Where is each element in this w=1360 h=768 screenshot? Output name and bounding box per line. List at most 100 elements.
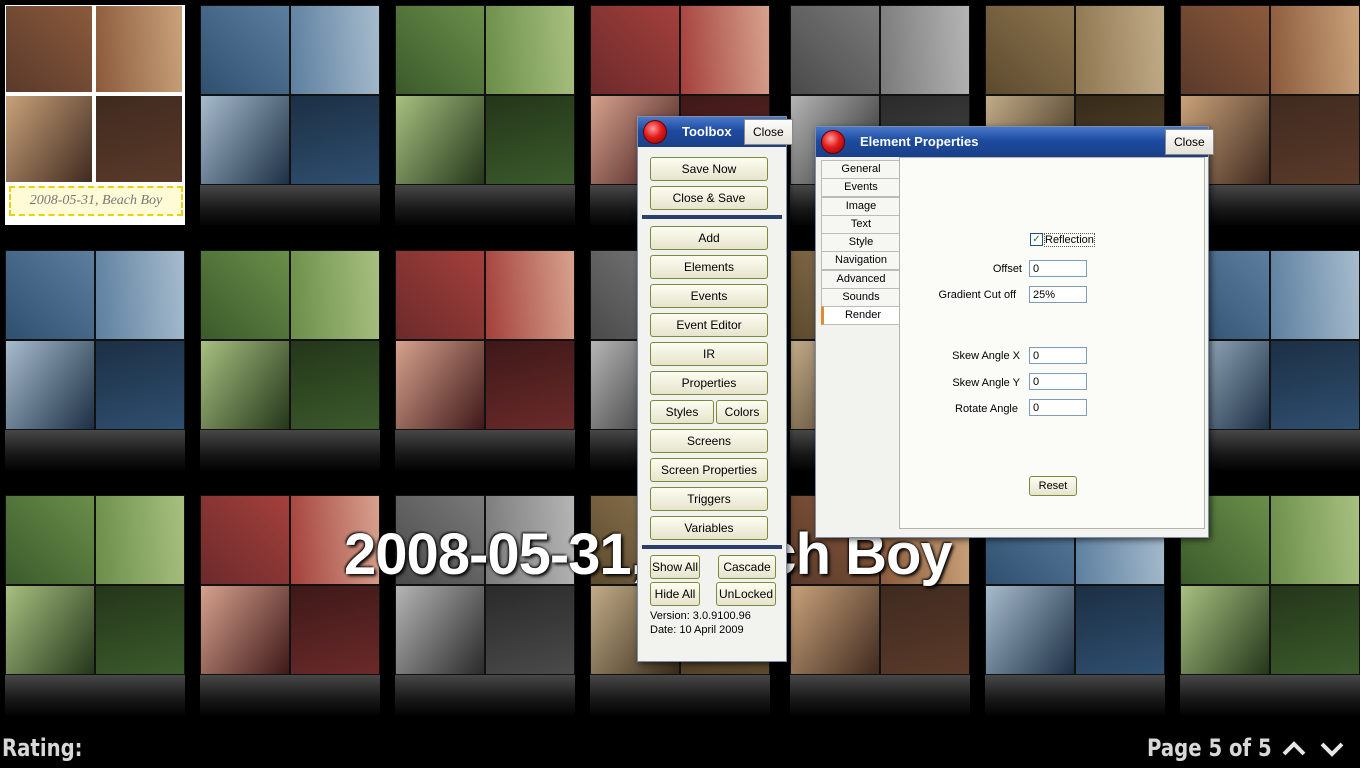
photo-tile[interactable]: 2008-05-31, Beach Boy [5, 5, 185, 225]
toolbox-title: Toolbox [682, 124, 732, 139]
photo-thumbnail [791, 6, 879, 94]
photo-thumbnail [486, 251, 574, 339]
photo-tile[interactable] [395, 250, 575, 470]
element-properties-title-bar[interactable]: Element Properties Close [816, 127, 1214, 157]
photo-thumbnail [6, 96, 92, 182]
properties-button[interactable]: Properties [650, 371, 768, 395]
events-button[interactable]: Events [650, 284, 768, 308]
chevron-down-icon[interactable] [1318, 736, 1346, 762]
photo-thumbnail [486, 586, 574, 674]
tab-general[interactable]: General [821, 160, 901, 179]
separator [642, 215, 782, 219]
toolbox-title-bar[interactable]: Toolbox Close [638, 117, 793, 147]
colors-button[interactable]: Colors [716, 400, 768, 424]
photo-thumbnail [201, 341, 289, 429]
elements-button[interactable]: Elements [650, 255, 768, 279]
photo-reflection [200, 430, 380, 470]
photo-tile[interactable] [200, 250, 380, 470]
screens-button[interactable]: Screens [650, 429, 768, 453]
photo-thumbnail [1271, 341, 1359, 429]
photo-thumbnail [1076, 586, 1164, 674]
variables-button[interactable]: Variables [650, 516, 768, 540]
photo-thumbnail [96, 96, 182, 182]
photo-thumbnail [881, 586, 969, 674]
photo-thumbnail [396, 251, 484, 339]
photo-thumbnail [96, 251, 184, 339]
gradient-cutoff-label: Gradient Cut off [938, 289, 1016, 301]
photo-thumbnail [201, 6, 289, 94]
tab-render[interactable]: Render [821, 306, 903, 325]
skew-angle-x-input[interactable]: 0 [1029, 347, 1087, 364]
tab-text[interactable]: Text [821, 215, 901, 234]
photo-thumbnail [96, 496, 184, 584]
reflection-checkbox[interactable]: ✓ [1030, 233, 1043, 246]
separator [642, 545, 782, 549]
photo-thumbnail [486, 6, 574, 94]
photo-thumbnail [291, 6, 379, 94]
photo-thumbnail [486, 96, 574, 184]
chevron-up-icon[interactable] [1280, 736, 1308, 762]
photo-reflection [5, 430, 185, 470]
tab-navigation[interactable]: Navigation [821, 251, 901, 270]
photo-thumbnail [396, 586, 484, 674]
photo-thumbnail [986, 586, 1074, 674]
toolbox-close-button[interactable]: Close [744, 119, 793, 145]
app-orb-icon [643, 120, 667, 144]
event-editor-button[interactable]: Event Editor [650, 313, 768, 337]
photo-thumbnail [96, 586, 184, 674]
styles-button[interactable]: Styles [650, 400, 714, 424]
rotate-angle-input[interactable]: 0 [1029, 399, 1087, 416]
photo-thumbnail [396, 341, 484, 429]
photo-thumbnail [201, 96, 289, 184]
element-properties-title: Element Properties [860, 134, 979, 149]
photo-thumbnail [1271, 96, 1359, 184]
photo-thumbnail [201, 586, 289, 674]
element-properties-close-button[interactable]: Close [1165, 129, 1214, 155]
rotate-angle-label: Rotate Angle [955, 403, 1018, 415]
photo-tile[interactable] [5, 495, 185, 715]
cascade-button[interactable]: Cascade [718, 555, 776, 579]
photo-thumbnail [591, 6, 679, 94]
unlocked-button[interactable]: UnLocked [716, 582, 776, 606]
close-save-button[interactable]: Close & Save [650, 186, 768, 210]
photo-reflection [395, 430, 575, 470]
hide-all-button[interactable]: Hide All [650, 582, 700, 606]
photo-reflection [790, 675, 970, 715]
render-panel: ✓ Reflection Offset 0 Gradient Cut off 2… [899, 157, 1205, 529]
photo-tile[interactable] [395, 5, 575, 225]
ir-button[interactable]: IR [650, 342, 768, 366]
photo-thumbnail [986, 6, 1074, 94]
triggers-button[interactable]: Triggers [650, 487, 768, 511]
tab-style[interactable]: Style [821, 233, 901, 252]
page-indicator: Page 5 of 5 [1147, 734, 1272, 762]
add-button[interactable]: Add [650, 226, 768, 250]
tab-image[interactable]: Image [821, 197, 901, 216]
photo-tile[interactable] [5, 250, 185, 470]
photo-thumbnail [396, 96, 484, 184]
gradient-cutoff-input[interactable]: 25% [1029, 286, 1087, 303]
photo-thumbnail [291, 341, 379, 429]
reset-button[interactable]: Reset [1029, 476, 1077, 496]
photo-thumbnail [6, 586, 94, 674]
show-all-button[interactable]: Show All [650, 555, 700, 579]
selected-photo-caption[interactable]: 2008-05-31, Beach Boy [9, 186, 183, 216]
app-orb-icon [821, 130, 845, 154]
date-text: Date: 10 April 2009 [650, 624, 744, 636]
save-now-button[interactable]: Save Now [650, 157, 768, 181]
photo-thumbnail [96, 341, 184, 429]
photo-thumbnail [1181, 6, 1269, 94]
offset-input[interactable]: 0 [1029, 260, 1087, 277]
photo-thumbnail [791, 586, 879, 674]
screen-properties-button[interactable]: Screen Properties [650, 458, 768, 482]
tab-events[interactable]: Events [821, 178, 901, 197]
photo-tile[interactable] [200, 5, 380, 225]
photo-thumbnail [1271, 251, 1359, 339]
version-text: Version: 3.0.9100.96 [650, 610, 751, 622]
tab-advanced[interactable]: Advanced [821, 270, 901, 289]
toolbox-window: Toolbox Close Save Now Close & Save Add … [637, 116, 793, 662]
skew-angle-y-input[interactable]: 0 [1029, 373, 1087, 390]
photo-thumbnail [1181, 586, 1269, 674]
photo-thumbnail [1271, 586, 1359, 674]
photo-thumbnail [1271, 6, 1359, 94]
tab-sounds[interactable]: Sounds [821, 288, 901, 307]
